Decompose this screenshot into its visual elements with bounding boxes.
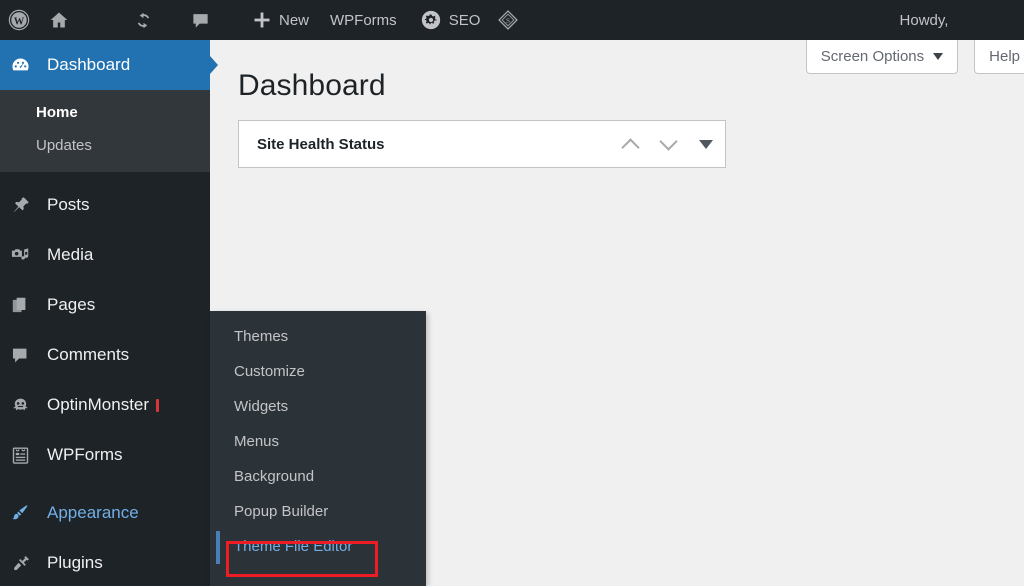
chevron-down-icon [659, 132, 677, 150]
update-refresh-icon [134, 11, 153, 30]
flyout-item-menus[interactable]: Menus [210, 425, 426, 460]
sidebar-item-dashboard[interactable]: Dashboard [0, 40, 210, 90]
admin-bar-my-account[interactable]: Howdy, [824, 0, 1024, 40]
wordpress-logo-icon: W [8, 9, 30, 31]
admin-bar-seo-label: SEO [449, 13, 481, 28]
gear-icon [420, 9, 442, 31]
svg-text:W: W [14, 17, 25, 28]
site-health-status-title: Site Health Status [239, 136, 611, 153]
widget-move-down-button[interactable] [649, 121, 687, 167]
optinmonster-notification-badge [156, 399, 159, 412]
sidebar-item-dashboard-label: Dashboard [44, 55, 130, 75]
sidebar-item-pages[interactable]: Pages [0, 280, 210, 330]
dashboard-gauge-icon [10, 55, 44, 76]
admin-bar-site-name[interactable] [40, 0, 106, 40]
pages-document-icon [10, 295, 44, 316]
sidebar-item-media-label: Media [44, 245, 93, 265]
admin-bar-seo[interactable]: SEO [411, 0, 489, 40]
camera-music-icon [10, 245, 44, 266]
flyout-item-themes[interactable]: Themes [210, 320, 426, 355]
widget-move-up-button[interactable] [611, 121, 649, 167]
flyout-item-widgets[interactable]: Widgets [210, 390, 426, 425]
sidebar-item-plugins-label: Plugins [44, 553, 103, 573]
paintbrush-icon [10, 503, 44, 524]
page-title: Dashboard [238, 69, 386, 103]
admin-menu-list: Dashboard Home Updates Posts [0, 40, 210, 586]
flyout-item-background[interactable]: Background [210, 460, 426, 495]
sidebar-item-posts-label: Posts [44, 195, 90, 215]
admin-bar-updates[interactable] [106, 0, 182, 40]
admin-bar-new-label: New [279, 13, 309, 28]
widget-toggle-button[interactable] [687, 121, 725, 167]
admin-bar-extra-plugin[interactable]: S [488, 0, 528, 40]
pin-icon [10, 195, 44, 216]
admin-bar-wpforms-label: WPForms [330, 13, 397, 28]
sidebar-item-optinmonster-label: OptinMonster [44, 395, 149, 415]
howdy-label: Howdy, [900, 12, 949, 29]
sidebar-item-appearance[interactable]: Appearance [0, 488, 210, 538]
flyout-item-popup-builder[interactable]: Popup Builder [210, 495, 426, 530]
sidebar-item-media[interactable]: Media [0, 230, 210, 280]
sidebar-item-wpforms[interactable]: WPForms [0, 430, 210, 480]
triangle-down-icon [699, 140, 713, 149]
admin-bar-comments[interactable] [182, 0, 243, 40]
plug-icon [10, 553, 44, 574]
chevron-down-icon [933, 53, 943, 60]
clipboard-form-icon [10, 445, 44, 466]
optinmonster-face-icon [10, 395, 44, 416]
admin-sidebar: Dashboard Home Updates Posts [0, 40, 210, 586]
sidebar-item-wpforms-label: WPForms [44, 445, 123, 465]
screen-meta-links: Screen Options Help [806, 40, 1024, 74]
svg-text:S: S [506, 16, 510, 25]
site-health-status-widget: Site Health Status [238, 120, 726, 168]
admin-bar-wp-logo[interactable]: W [0, 0, 40, 40]
sidebar-subitem-home[interactable]: Home [0, 96, 210, 129]
sidebar-subitem-updates[interactable]: Updates [0, 129, 210, 162]
sidebar-item-comments-label: Comments [44, 345, 129, 365]
screen-options-label: Screen Options [821, 48, 924, 65]
sidebar-submenu-dashboard: Home Updates [0, 90, 210, 172]
flyout-item-theme-file-editor[interactable]: Theme File Editor [210, 530, 426, 565]
comment-bubble-icon [10, 345, 44, 366]
sidebar-item-plugins[interactable]: Plugins [0, 538, 210, 586]
chevron-up-icon [621, 138, 639, 156]
appearance-flyout-submenu: Themes Customize Widgets Menus Backgroun… [210, 311, 426, 586]
admin-bar: W [0, 0, 1024, 40]
sidebar-item-posts[interactable]: Posts [0, 180, 210, 230]
home-icon [49, 10, 69, 30]
sidebar-item-optinmonster[interactable]: OptinMonster [0, 380, 210, 430]
plus-icon [252, 10, 272, 30]
help-button[interactable]: Help [974, 40, 1024, 74]
sidebar-item-comments[interactable]: Comments [0, 330, 210, 380]
comment-bubble-icon [191, 11, 210, 30]
sidebar-item-pages-label: Pages [44, 295, 95, 315]
screen-options-button[interactable]: Screen Options [806, 40, 958, 74]
admin-bar-wpforms[interactable]: WPForms [321, 0, 411, 40]
admin-bar-new[interactable]: New [243, 0, 321, 40]
help-label: Help [989, 48, 1020, 65]
flyout-item-customize[interactable]: Customize [210, 355, 426, 390]
sidebar-item-appearance-label: Appearance [44, 503, 139, 523]
diamond-icon: S [497, 9, 519, 31]
